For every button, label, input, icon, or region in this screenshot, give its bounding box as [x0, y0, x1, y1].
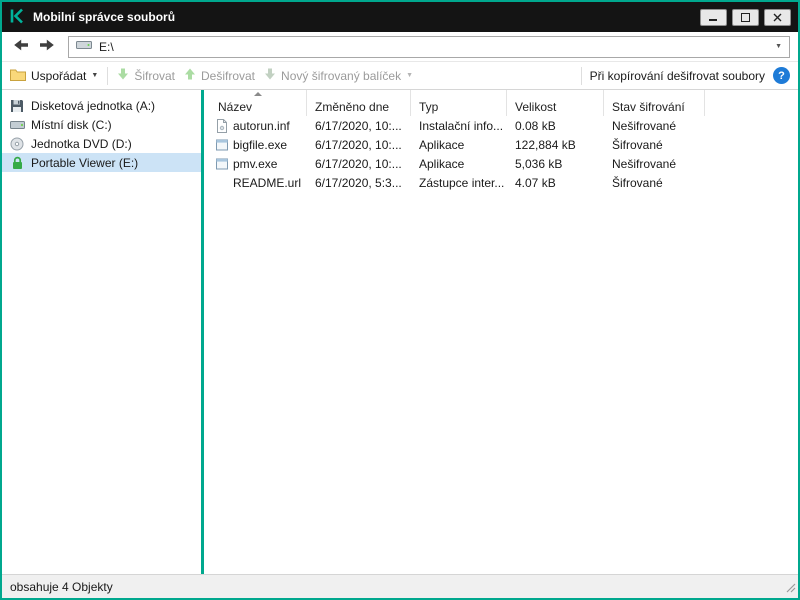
status-text: obsahuje 4 Objekty: [10, 579, 113, 594]
encrypted-drive-lock-icon: [9, 156, 25, 170]
titlebar: Mobilní správce souborů: [2, 2, 798, 32]
file-encryption-status: Nešifrované: [612, 118, 677, 133]
column-header-size[interactable]: Velikost: [507, 90, 604, 116]
drive-sidebar: Disketová jednotka (A:) Místní disk (C:): [2, 90, 201, 574]
encrypt-button[interactable]: Šifrovat: [117, 68, 175, 83]
toolbar-separator: [107, 66, 109, 85]
sidebar-item-label: Portable Viewer (E:): [31, 155, 139, 170]
setup-info-file-icon: [214, 118, 229, 133]
arrow-left-icon: [13, 37, 29, 56]
folder-icon: [10, 68, 26, 84]
column-header-encryption-status[interactable]: Stav šifrování: [604, 90, 705, 116]
file-type: Aplikace: [419, 137, 465, 152]
maximize-button[interactable]: [732, 8, 759, 26]
organize-label: Uspořádat: [31, 68, 87, 83]
file-modified: 6/17/2020, 10:...: [315, 156, 402, 171]
toolbar-separator: [580, 66, 582, 85]
file-row[interactable]: bigfile.exe 6/17/2020, 10:... Aplikace 1…: [210, 135, 798, 154]
file-type: Instalační info...: [419, 118, 504, 133]
file-modified: 6/17/2020, 10:...: [315, 137, 402, 152]
close-button[interactable]: [764, 8, 791, 26]
encrypt-label: Šifrovat: [134, 68, 175, 83]
sidebar-item-label: Disketová jednotka (A:): [31, 98, 156, 113]
file-size: 5,036 kB: [515, 156, 563, 171]
package-arrow-down-icon: [264, 68, 276, 83]
file-name: pmv.exe: [233, 156, 278, 171]
sidebar-item-label: Místní disk (C:): [31, 117, 112, 132]
file-name: README.url: [233, 175, 302, 190]
file-size: 0.08 kB: [515, 118, 556, 133]
file-list: Název Změněno dne Typ Velikost Stav šifr…: [204, 90, 798, 574]
file-row[interactable]: autorun.inf 6/17/2020, 10:... Instalační…: [210, 116, 798, 135]
kaspersky-logo-icon: [9, 8, 25, 27]
sidebar-item-local-disk-c[interactable]: Místní disk (C:): [2, 115, 201, 134]
file-encryption-status: Nešifrované: [612, 156, 677, 171]
file-size: 4.07 kB: [515, 175, 556, 190]
sidebar-item-portable-viewer-e[interactable]: Portable Viewer (E:): [2, 153, 201, 172]
file-size: 122,884 kB: [515, 137, 576, 152]
help-icon[interactable]: ?: [773, 67, 790, 84]
main-content: Disketová jednotka (A:) Místní disk (C:): [2, 90, 798, 574]
file-row[interactable]: pmv.exe 6/17/2020, 10:... Aplikace 5,036…: [210, 154, 798, 173]
copy-decrypt-label: Při kopírování dešifrovat soubory: [589, 68, 765, 83]
address-dropdown-icon[interactable]: ▼: [775, 43, 782, 50]
app-window: Mobilní správce souborů E:\ ▼ Uspořádat …: [0, 0, 800, 600]
file-name: bigfile.exe: [233, 137, 288, 152]
chevron-down-icon: ▼: [91, 72, 99, 79]
decrypt-button[interactable]: Dešifrovat: [184, 68, 255, 83]
file-type: Aplikace: [419, 156, 465, 171]
decrypt-label: Dešifrovat: [201, 68, 256, 83]
new-package-label: Nový šifrovaný balíček: [281, 68, 402, 83]
toolbar-right-group: Při kopírování dešifrovat soubory ?: [580, 66, 790, 85]
toolbar: Uspořádat ▼ Šifrovat Dešifrovat Nový šif…: [2, 62, 798, 90]
drive-icon: [76, 39, 92, 54]
new-encrypted-package-button[interactable]: Nový šifrovaný balíček ▼: [264, 68, 413, 83]
sidebar-item-label: Jednotka DVD (D:): [31, 136, 132, 151]
floppy-drive-icon: [9, 99, 25, 113]
address-bar[interactable]: E:\ ▼: [68, 35, 790, 58]
minimize-button[interactable]: [700, 8, 727, 26]
status-bar: obsahuje 4 Objekty: [2, 574, 798, 598]
file-encryption-status: Šifrované: [612, 137, 663, 152]
encrypt-arrow-down-icon: [117, 68, 129, 83]
file-modified: 6/17/2020, 5:3...: [315, 175, 402, 190]
forward-button[interactable]: [36, 36, 58, 58]
file-modified: 6/17/2020, 10:...: [315, 118, 402, 133]
address-text: E:\: [99, 39, 114, 54]
application-file-icon: [214, 157, 229, 171]
window-controls: [700, 8, 791, 26]
navigation-bar: E:\ ▼: [2, 32, 798, 62]
dvd-drive-icon: [9, 137, 25, 151]
column-header-type[interactable]: Typ: [411, 90, 507, 116]
window-title: Mobilní správce souborů: [33, 10, 176, 24]
decrypt-arrow-up-icon: [184, 68, 196, 83]
file-name: autorun.inf: [233, 118, 290, 133]
hard-drive-icon: [9, 118, 25, 132]
chevron-down-icon: ▼: [406, 72, 414, 79]
file-type: Zástupce inter...: [419, 175, 505, 190]
sidebar-item-floppy-a[interactable]: Disketová jednotka (A:): [2, 96, 201, 115]
file-encryption-status: Šifrované: [612, 175, 663, 190]
file-list-header: Název Změněno dne Typ Velikost Stav šifr…: [210, 90, 798, 116]
back-button[interactable]: [10, 36, 32, 58]
column-header-modified[interactable]: Změněno dne: [307, 90, 411, 116]
application-file-icon: [214, 138, 229, 152]
organize-button[interactable]: Uspořádat ▼: [10, 68, 98, 84]
file-row[interactable]: README.url 6/17/2020, 5:3... Zástupce in…: [210, 173, 798, 192]
sort-ascending-icon: [254, 92, 262, 96]
resize-grip-icon[interactable]: [784, 581, 796, 596]
arrow-right-icon: [39, 37, 55, 56]
column-header-name[interactable]: Název: [210, 90, 307, 116]
sidebar-item-dvd-d[interactable]: Jednotka DVD (D:): [2, 134, 201, 153]
